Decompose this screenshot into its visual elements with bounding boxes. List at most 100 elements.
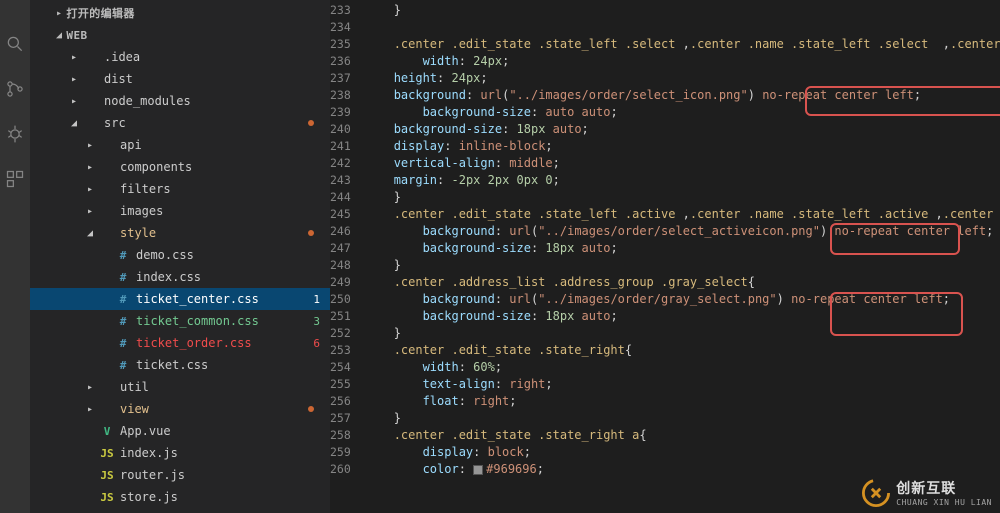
code-line: text-align: right; bbox=[365, 376, 1000, 393]
file-index-css[interactable]: #index.css bbox=[30, 266, 330, 288]
js-file-icon: JS bbox=[98, 469, 116, 482]
line-number: 241 bbox=[330, 138, 351, 155]
line-number: 258 bbox=[330, 427, 351, 444]
line-number: 251 bbox=[330, 308, 351, 325]
line-number: 254 bbox=[330, 359, 351, 376]
code-line: } bbox=[365, 410, 1000, 427]
editor-area: 2332342352362372382392402412422432442452… bbox=[330, 0, 1000, 513]
folder-components[interactable]: ▸ components bbox=[30, 156, 330, 178]
line-number: 243 bbox=[330, 172, 351, 189]
dirty-indicator-icon bbox=[308, 406, 314, 412]
code-line: background: url("../images/order/select_… bbox=[365, 87, 1000, 104]
chevron-icon: ▸ bbox=[68, 74, 80, 85]
code-line: vertical-align: middle; bbox=[365, 155, 1000, 172]
line-number: 252 bbox=[330, 325, 351, 342]
tree-item-label: components bbox=[120, 160, 330, 174]
line-number: 246 bbox=[330, 223, 351, 240]
line-number: 245 bbox=[330, 206, 351, 223]
code-line: .center .edit_state .state_right a{ bbox=[365, 427, 1000, 444]
code-content[interactable]: } .center .edit_state .state_left .selec… bbox=[365, 0, 1000, 513]
file-store-js[interactable]: JSstore.js bbox=[30, 486, 330, 508]
tree-item-label: index.css bbox=[136, 270, 330, 284]
folder-src[interactable]: ◢src bbox=[30, 112, 330, 134]
file-tree: ▸打开的编辑器◢WEB▸.idea▸dist▸node_modules◢src▸… bbox=[30, 0, 330, 513]
code-line: } bbox=[365, 2, 1000, 19]
folder-util[interactable]: ▸util bbox=[30, 376, 330, 398]
line-number: 238 bbox=[330, 87, 351, 104]
css-file-icon: # bbox=[114, 337, 132, 350]
line-number: 234 bbox=[330, 19, 351, 36]
chevron-icon: ▸ bbox=[68, 52, 80, 63]
search-icon[interactable] bbox=[5, 34, 25, 57]
code-line: background-size: auto auto; bbox=[365, 104, 1000, 121]
dirty-indicator-icon bbox=[308, 120, 314, 126]
line-number: 244 bbox=[330, 189, 351, 206]
folder-dist[interactable]: ▸dist bbox=[30, 68, 330, 90]
file-App-vue[interactable]: VApp.vue bbox=[30, 420, 330, 442]
chevron-icon: ▸ bbox=[84, 206, 96, 217]
line-number: 260 bbox=[330, 461, 351, 478]
code-line: width: 60%; bbox=[365, 359, 1000, 376]
dirty-indicator-icon bbox=[308, 230, 314, 236]
folder-node_modules[interactable]: ▸node_modules bbox=[30, 90, 330, 112]
code-line: background: url("../images/order/select_… bbox=[365, 223, 1000, 240]
folder--idea[interactable]: ▸ .idea bbox=[30, 46, 330, 68]
line-number: 235 bbox=[330, 36, 351, 53]
tree-item-label: ticket_order.css bbox=[136, 336, 330, 350]
tree-item-label: ticket_center.css bbox=[136, 292, 330, 306]
code-line: display: inline-block; bbox=[365, 138, 1000, 155]
chevron-icon: ▸ bbox=[68, 96, 80, 107]
file-ticket-css[interactable]: # ticket.css bbox=[30, 354, 330, 376]
code-line: background-size: 18px auto; bbox=[365, 308, 1000, 325]
folder-view[interactable]: ▸view bbox=[30, 398, 330, 420]
chevron-icon: ▸ bbox=[84, 404, 96, 415]
code-line: .center .edit_state .state_right{ bbox=[365, 342, 1000, 359]
file-ticket_center-css[interactable]: #ticket_center.css1 bbox=[30, 288, 330, 310]
code-line: margin: -2px 2px 0px 0; bbox=[365, 172, 1000, 189]
file-router-js[interactable]: JS router.js bbox=[30, 464, 330, 486]
tree-item-label: ticket.css bbox=[136, 358, 330, 372]
file-index-js[interactable]: JSindex.js bbox=[30, 442, 330, 464]
css-file-icon: # bbox=[114, 315, 132, 328]
css-file-icon: # bbox=[114, 359, 132, 372]
line-number: 248 bbox=[330, 257, 351, 274]
tree-item-label: App.vue bbox=[120, 424, 330, 438]
chevron-icon: ▸ bbox=[84, 162, 96, 173]
chevron-icon: ▸ bbox=[84, 140, 96, 151]
file-ticket_common-css[interactable]: #ticket_common.css3 bbox=[30, 310, 330, 332]
line-number: 236 bbox=[330, 53, 351, 70]
section-project[interactable]: ◢WEB bbox=[30, 24, 330, 46]
code-line: background-size: 18px auto; bbox=[365, 240, 1000, 257]
line-number: 250 bbox=[330, 291, 351, 308]
tree-item-label: .idea bbox=[104, 50, 330, 64]
activity-bar bbox=[0, 0, 30, 513]
css-file-icon: # bbox=[114, 293, 132, 306]
file-demo-css[interactable]: #demo.css bbox=[30, 244, 330, 266]
line-number: 256 bbox=[330, 393, 351, 410]
debug-icon[interactable] bbox=[5, 124, 25, 147]
folder-api[interactable]: ▸api bbox=[30, 134, 330, 156]
tree-item-label: style bbox=[120, 226, 330, 240]
code-line: } bbox=[365, 325, 1000, 342]
folder-filters[interactable]: ▸filters bbox=[30, 178, 330, 200]
css-file-icon: # bbox=[114, 249, 132, 262]
line-number: 259 bbox=[330, 444, 351, 461]
line-number: 253 bbox=[330, 342, 351, 359]
code-line: background: url("../images/order/gray_se… bbox=[365, 291, 1000, 308]
line-number: 257 bbox=[330, 410, 351, 427]
file-ticket_order-css[interactable]: #ticket_order.css6 bbox=[30, 332, 330, 354]
section-open-editors[interactable]: ▸打开的编辑器 bbox=[30, 2, 330, 24]
extensions-icon[interactable] bbox=[5, 169, 25, 192]
folder-images[interactable]: ▸images bbox=[30, 200, 330, 222]
tree-item-label: store.js bbox=[120, 490, 330, 504]
folder-style[interactable]: ◢style bbox=[30, 222, 330, 244]
code-line bbox=[365, 19, 1000, 36]
code-line: .center .address_list .address_group .gr… bbox=[365, 274, 1000, 291]
js-file-icon: JS bbox=[98, 447, 116, 460]
git-badge: 3 bbox=[313, 315, 320, 328]
tree-item-label: router.js bbox=[120, 468, 330, 482]
line-number-gutter: 2332342352362372382392402412422432442452… bbox=[330, 0, 365, 513]
scm-icon[interactable] bbox=[5, 79, 25, 102]
code-line: display: block; bbox=[365, 444, 1000, 461]
code-line: } bbox=[365, 257, 1000, 274]
